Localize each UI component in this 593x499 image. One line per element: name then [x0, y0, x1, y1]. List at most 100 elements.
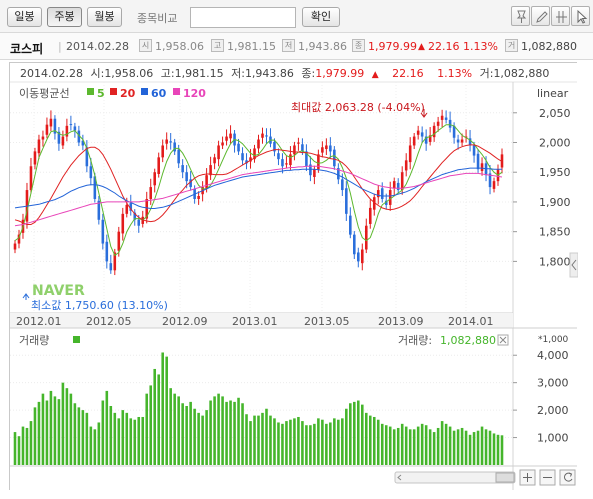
scroll-thumb[interactable] [495, 472, 515, 483]
candle-body [281, 159, 284, 167]
volume-bar [97, 422, 101, 465]
volume-bar [372, 416, 376, 465]
header-close: 1,979.99 [315, 67, 364, 80]
confirm-button[interactable]: 확인 [302, 7, 340, 27]
svg-text:2014.02.28 시:1,958.06: 2014.02.28 시:1,958.06 고:1,981.15 저:1,943… [20, 67, 549, 80]
volume-bar [472, 432, 476, 465]
ma120-label: 120 [183, 87, 206, 100]
low-icon: 저 [282, 39, 295, 52]
volume-readout-value: 1,082,880 [440, 334, 496, 347]
volume-bar [484, 429, 488, 465]
volume-bar [161, 352, 164, 465]
volume-bar [181, 403, 184, 465]
volume-bar [428, 429, 432, 465]
scale-label[interactable]: linear [537, 87, 569, 100]
candle-body [408, 145, 412, 163]
header-open: 1,958.06 [104, 67, 153, 80]
volume-bar [205, 410, 208, 465]
price-tick-label: 1,900 [539, 196, 571, 209]
candle-body [265, 135, 268, 137]
candle-body [404, 160, 408, 171]
candle-body [197, 196, 200, 199]
candlestick-chart[interactable]: 2012.01 2012.05 2012.09 2013.01 2013.05 2013.… [10, 63, 578, 491]
header-high-label: 고: [161, 67, 175, 80]
candle-body [153, 172, 156, 186]
volume-bar [444, 423, 448, 465]
candle-body [41, 136, 45, 140]
volume-bar [468, 434, 472, 465]
pencil-icon[interactable] [531, 6, 550, 26]
cursor-icon[interactable] [571, 6, 590, 26]
header-high: 1,981.15 [175, 67, 224, 80]
volume-bar [277, 422, 280, 465]
ma20-label: 20 [120, 87, 136, 100]
volume-bar [416, 426, 420, 465]
reset-button[interactable] [559, 469, 576, 486]
quote-date: 2014.02.28 [66, 40, 129, 53]
volume-bar [93, 429, 97, 465]
x-tick-label: 2012.05 [86, 315, 132, 328]
volume-bar [45, 400, 49, 465]
volume-unit: *1,000 [538, 335, 569, 345]
x-tick-label: 2013.09 [378, 315, 424, 328]
candle-body [241, 153, 244, 161]
volume-bar [193, 408, 196, 465]
close-icon: 종 [352, 39, 365, 52]
volume-bar [281, 423, 284, 465]
volume-bar [349, 403, 352, 465]
candle-body [109, 263, 113, 271]
candle-body [345, 188, 348, 214]
crosshair-icon[interactable] [551, 6, 570, 26]
volume-bar [29, 421, 33, 465]
volume-bar [476, 430, 480, 465]
candle-body [137, 219, 141, 226]
x-tick-label: 2013.05 [304, 315, 350, 328]
zoom-in-button[interactable] [519, 469, 536, 486]
pin-icon[interactable] [511, 6, 530, 26]
tab-weekly[interactable]: 주봉 [47, 7, 82, 27]
candle-body [396, 182, 400, 191]
candle-body [484, 163, 488, 176]
volume-bar [317, 418, 320, 465]
tab-monthly[interactable]: 월봉 [87, 7, 122, 27]
tab-daily[interactable]: 일봉 [7, 7, 42, 27]
candle-body [101, 219, 105, 244]
volume-bar [221, 396, 224, 465]
volume-bar [313, 423, 316, 465]
volume-bar [125, 412, 129, 465]
candle-body [353, 234, 356, 255]
volume-bar [400, 423, 404, 465]
volume-bar [109, 406, 113, 465]
volume-bar [141, 416, 145, 465]
volume-bar [273, 418, 276, 465]
volume-bar [404, 426, 408, 465]
candle-body [416, 130, 420, 135]
volume-bar [488, 430, 492, 465]
candle-body [317, 154, 320, 170]
side-panel-toggle[interactable] [569, 252, 578, 278]
volume-bar [17, 436, 21, 465]
candle-body [205, 175, 208, 189]
volume-bar [53, 396, 57, 465]
candle-body [349, 215, 352, 235]
candle-body [420, 132, 424, 137]
candle-body [257, 139, 260, 149]
volume-bar [305, 425, 308, 465]
volume-bar [380, 423, 384, 465]
volume-bar [408, 429, 412, 465]
change-percent: 1.13% [463, 40, 498, 53]
zoom-out-button[interactable] [539, 469, 556, 486]
volume-bar [225, 401, 228, 465]
price-tick-label: 1,950 [539, 166, 571, 179]
volume-bar [153, 368, 156, 465]
candle-body [213, 157, 216, 164]
volume-bar [237, 397, 240, 465]
candle-body [37, 139, 41, 154]
volume-bar [77, 407, 81, 465]
candle-body [169, 141, 172, 143]
volume-bar [333, 418, 336, 465]
candle-body [333, 149, 336, 167]
ma60-swatch [141, 88, 148, 95]
volume-bar [133, 419, 137, 465]
compare-input[interactable] [190, 7, 296, 28]
